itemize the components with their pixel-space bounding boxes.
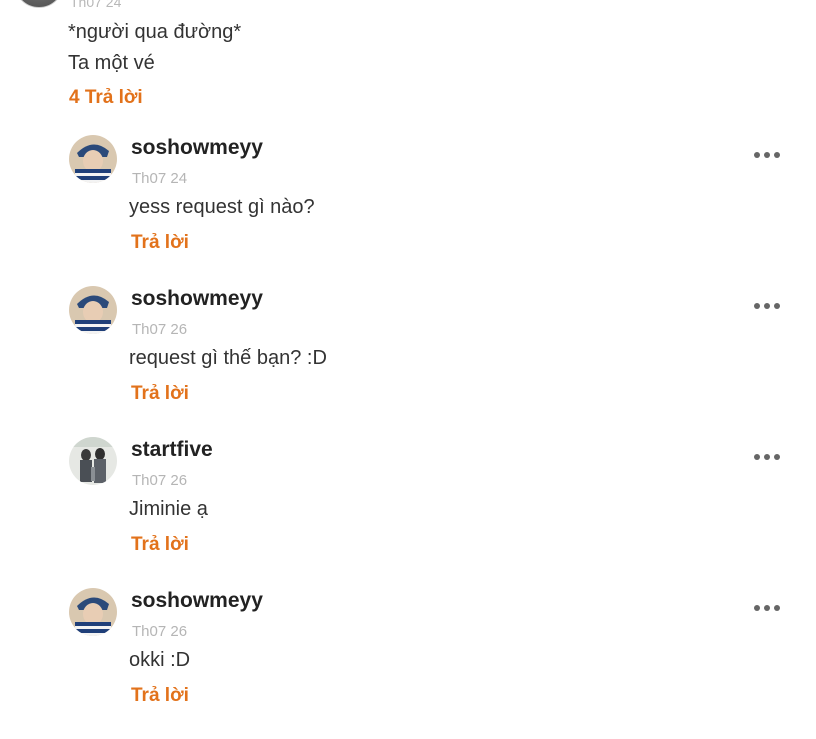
reply-text: okki :D — [129, 649, 191, 671]
parent-comment-line-2: Ta một vé — [68, 52, 155, 74]
reply-button[interactable]: Trả lời — [131, 534, 189, 556]
reply-text: yess request gì nào? — [129, 196, 315, 218]
user-avatar[interactable] — [69, 286, 117, 334]
more-options-icon[interactable] — [752, 296, 782, 316]
reply-item: soshowmeyy Th07 26 request gì thế bạn? :… — [0, 286, 816, 426]
reply-button[interactable]: Trả lời — [131, 685, 189, 707]
reply-item: soshowmeyy Th07 24 yess request gì nào? … — [0, 135, 816, 275]
reply-timestamp: Th07 26 — [132, 623, 188, 640]
dot — [774, 303, 780, 309]
dot — [774, 152, 780, 158]
reply-username[interactable]: soshowmeyy — [131, 287, 263, 311]
reply-username[interactable]: soshowmeyy — [131, 589, 263, 613]
reply-timestamp: Th07 24 — [132, 170, 188, 187]
replies-count-link[interactable]: 4 Trả lời — [69, 87, 143, 109]
dot — [754, 454, 760, 460]
reply-timestamp: Th07 26 — [132, 321, 188, 338]
dot — [774, 605, 780, 611]
reply-text: Jiminie ạ — [129, 498, 208, 520]
parent-comment-line-1: *người qua đường* — [68, 21, 242, 43]
reply-text: request gì thế bạn? :D — [129, 347, 327, 369]
more-options-icon[interactable] — [752, 447, 782, 467]
dot — [754, 605, 760, 611]
reply-username[interactable]: startfive — [131, 438, 213, 462]
user-avatar[interactable] — [69, 135, 117, 183]
reply-username[interactable]: soshowmeyy — [131, 136, 263, 160]
more-options-icon[interactable] — [752, 598, 782, 618]
dot — [774, 454, 780, 460]
reply-item: startfive Th07 26 Jiminie ạ Trả lời — [0, 437, 816, 577]
user-avatar[interactable] — [69, 437, 117, 485]
dot — [754, 303, 760, 309]
dot — [764, 152, 770, 158]
more-options-icon[interactable] — [752, 145, 782, 165]
dot — [764, 605, 770, 611]
reply-item: soshowmeyy Th07 26 okki :D Trả lời — [0, 588, 816, 728]
parent-avatar[interactable] — [14, 0, 64, 8]
user-avatar[interactable] — [69, 588, 117, 636]
reply-button[interactable]: Trả lời — [131, 383, 189, 405]
dot — [764, 454, 770, 460]
reply-timestamp: Th07 26 — [132, 472, 188, 489]
reply-button[interactable]: Trả lời — [131, 232, 189, 254]
dot — [754, 152, 760, 158]
dot — [764, 303, 770, 309]
parent-timestamp: Th07 24 — [70, 0, 122, 10]
